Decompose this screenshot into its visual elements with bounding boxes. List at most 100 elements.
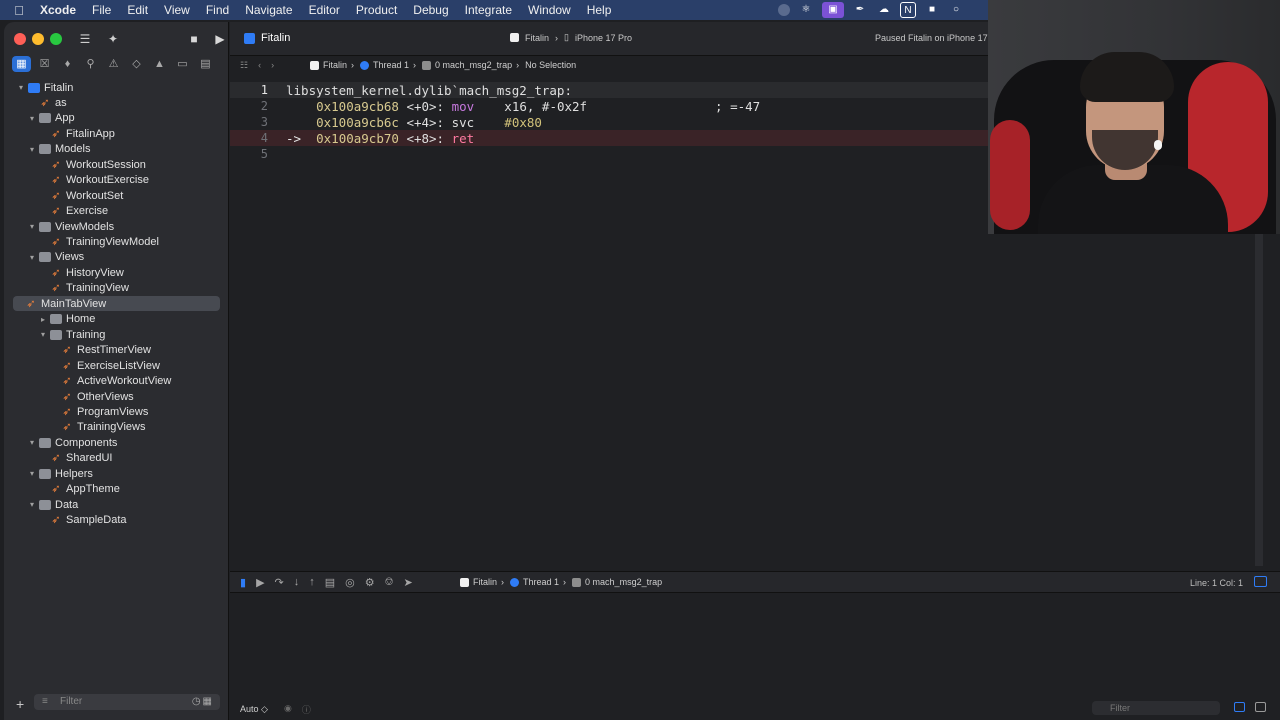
folder-item[interactable]: ▾ Components xyxy=(27,435,117,450)
menu-product[interactable]: Product xyxy=(348,3,405,17)
disclosure-triangle-icon[interactable]: ▾ xyxy=(38,330,48,339)
folder-item[interactable]: ▾ App xyxy=(27,111,75,126)
menu-navigate[interactable]: Navigate xyxy=(237,3,300,17)
stop-icon[interactable]: ■ xyxy=(186,31,202,47)
variables-mode-selector[interactable]: Auto ◇ xyxy=(240,704,268,715)
menu-debug[interactable]: Debug xyxy=(405,3,456,17)
back-arrow-icon[interactable]: ‹ xyxy=(258,60,261,71)
debug-navigator-icon[interactable]: ▲ xyxy=(150,56,169,72)
find-navigator-icon[interactable]: ⚲ xyxy=(81,56,100,72)
related-items-icon[interactable]: ☷ xyxy=(240,60,248,71)
bookmark-icon[interactable]: ♦ xyxy=(58,56,77,72)
close-window-button[interactable] xyxy=(14,33,26,45)
menu-integrate[interactable]: Integrate xyxy=(457,3,520,17)
breadcrumb-selection[interactable]: No Selection xyxy=(525,60,582,70)
cloud-status-icon[interactable]: ☁ xyxy=(876,2,892,18)
file-item[interactable]: ➶ ProgramViews xyxy=(49,404,148,419)
sync-status-icon[interactable]: ⚛ xyxy=(798,2,814,18)
file-item[interactable]: ➶ TrainingViews xyxy=(49,420,145,435)
scheme-selector[interactable]: Fitalin › ▯ iPhone 17 Pro xyxy=(510,32,632,43)
file-item[interactable]: ➶ WorkoutExercise xyxy=(38,173,149,188)
notion-status-icon[interactable]: N xyxy=(900,2,916,18)
sparkle-assistant-icon[interactable]: ✦ xyxy=(104,31,122,47)
view-hierarchy-icon[interactable]: ▤ xyxy=(325,576,335,589)
source-control-icon[interactable]: ☒ xyxy=(35,56,54,72)
zoom-window-button[interactable] xyxy=(50,33,62,45)
file-item[interactable]: ➶ TrainingView xyxy=(38,281,129,296)
environment-overrides-icon[interactable]: ⚙ xyxy=(365,576,375,589)
file-item[interactable]: ➶ OtherViews xyxy=(49,389,133,404)
folder-item[interactable]: ▾ Helpers xyxy=(27,466,93,481)
toggle-debug-area-icon[interactable] xyxy=(1254,576,1267,587)
toggle-navigator-icon[interactable]: ☰ xyxy=(76,31,94,47)
file-item[interactable]: ➶ FitalinApp xyxy=(38,126,115,141)
breadcrumb-frame[interactable]: 0 mach_msg2_trap › xyxy=(422,60,525,70)
add-file-button[interactable]: + xyxy=(16,696,24,712)
breakpoints-toggle-icon[interactable]: ▮ xyxy=(240,576,246,589)
quick-look-icon[interactable]: ◉ xyxy=(284,703,292,716)
disclosure-triangle-icon[interactable]: ▾ xyxy=(27,114,37,123)
camera-status-icon[interactable]: ■ xyxy=(924,2,940,18)
simulate-location-icon[interactable]: ⎊ xyxy=(385,576,394,589)
debug-breadcrumb-thread[interactable]: Thread 1 › xyxy=(510,577,572,587)
menu-editor[interactable]: Editor xyxy=(301,3,348,17)
disclosure-triangle-icon[interactable]: ▾ xyxy=(27,253,37,262)
folder-item[interactable]: ▾ Views xyxy=(27,250,84,265)
step-into-icon[interactable]: ↓ xyxy=(294,576,300,589)
disclosure-triangle-icon[interactable]: ▾ xyxy=(27,145,37,154)
file-item[interactable]: ➶ SharedUI xyxy=(38,451,112,466)
test-navigator-icon[interactable]: ◇ xyxy=(127,56,146,72)
file-item[interactable]: ➶ WorkoutSession xyxy=(38,157,146,172)
menu-edit[interactable]: Edit xyxy=(119,3,156,17)
disclosure-triangle-icon[interactable]: ▸ xyxy=(38,315,48,324)
apple-menu-icon[interactable]:  xyxy=(0,3,38,18)
menu-find[interactable]: Find xyxy=(198,3,237,17)
project-item[interactable]: ▾ Fitalin xyxy=(16,80,73,95)
step-over-icon[interactable]: ↷ xyxy=(275,576,284,589)
disclosure-triangle-icon[interactable]: ▾ xyxy=(27,438,37,447)
console-pane-icon[interactable] xyxy=(1255,702,1266,712)
disclosure-triangle-icon[interactable]: ▾ xyxy=(27,222,37,231)
variables-pane-icon[interactable] xyxy=(1234,702,1245,712)
file-item[interactable]: ➶ AppTheme xyxy=(38,482,119,497)
filter-options-icon[interactable]: ◷▦ xyxy=(192,694,214,710)
file-item[interactable]: ➶ WorkoutSet xyxy=(38,188,123,203)
menu-app[interactable]: Xcode xyxy=(38,3,84,17)
disclosure-triangle-icon[interactable]: ▾ xyxy=(16,83,26,92)
file-item[interactable]: ➶ MainTabView xyxy=(13,296,220,312)
file-item[interactable]: ➶ HistoryView xyxy=(38,265,123,280)
location-arrow-icon[interactable]: ➤ xyxy=(403,576,412,589)
breakpoint-navigator-icon[interactable]: ▭ xyxy=(173,56,192,72)
menu-file[interactable]: File xyxy=(84,3,119,17)
run-icon[interactable]: ▶ xyxy=(212,31,228,47)
issue-navigator-icon[interactable]: ⚠ xyxy=(104,56,123,72)
report-navigator-icon[interactable]: ▤ xyxy=(196,56,215,72)
file-item[interactable]: ➶ TrainingViewModel xyxy=(38,235,159,250)
pen-status-icon[interactable]: ✒ xyxy=(852,2,868,18)
control-center-icon[interactable]: ○ xyxy=(948,2,964,18)
folder-item[interactable]: ▸ Home xyxy=(38,312,95,327)
file-item[interactable]: ➶ ExerciseListView xyxy=(49,358,160,373)
info-icon[interactable]: ⓘ xyxy=(302,703,311,716)
memory-graph-icon[interactable]: ◎ xyxy=(345,576,355,589)
menu-window[interactable]: Window xyxy=(520,3,579,17)
folder-item[interactable]: ▾ Models xyxy=(27,142,90,157)
step-out-icon[interactable]: ↑ xyxy=(309,576,315,589)
file-item[interactable]: ➶ SampleData xyxy=(38,513,126,528)
file-item[interactable]: ➶ RestTimerView xyxy=(49,343,151,358)
breadcrumb-thread[interactable]: Thread 1 › xyxy=(360,60,422,70)
forward-arrow-icon[interactable]: › xyxy=(271,60,274,71)
disclosure-triangle-icon[interactable]: ▾ xyxy=(27,500,37,509)
breadcrumb-project[interactable]: Fitalin › xyxy=(310,60,360,70)
debug-breadcrumb-project[interactable]: Fitalin › xyxy=(460,577,510,587)
continue-icon[interactable]: ▶ xyxy=(256,576,264,589)
disclosure-triangle-icon[interactable]: ▾ xyxy=(27,469,37,478)
minimize-window-button[interactable] xyxy=(32,33,44,45)
navigator-filter-field[interactable]: ≡ Filter ◷▦ xyxy=(34,694,220,710)
project-navigator-icon[interactable]: ▦ xyxy=(12,56,31,72)
folder-item[interactable]: ▾ Training xyxy=(38,327,105,342)
file-item[interactable]: ➶ as xyxy=(27,95,66,110)
menu-help[interactable]: Help xyxy=(579,3,620,17)
console-filter-field[interactable]: Filter xyxy=(1092,701,1220,715)
file-item[interactable]: ➶ Exercise xyxy=(38,204,108,219)
